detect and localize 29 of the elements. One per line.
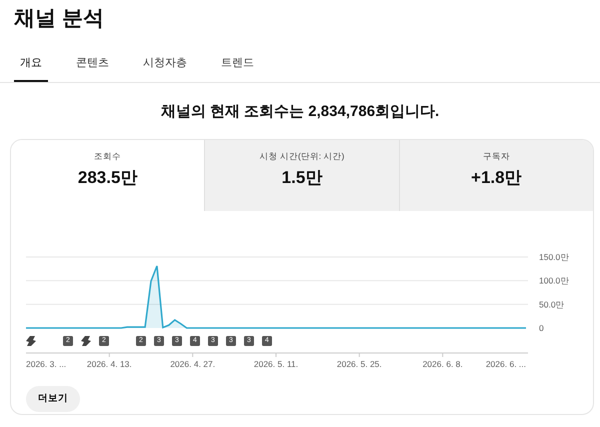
- tab[interactable]: 트렌드: [215, 51, 260, 82]
- tab[interactable]: 시청자층: [137, 51, 193, 82]
- x-tick-label: 2026. 4. 13.: [86, 358, 132, 368]
- shorts-icon[interactable]: [26, 336, 36, 346]
- tab[interactable]: 콘텐츠: [70, 51, 115, 82]
- x-tick-label: 2026. 6. ...: [486, 358, 526, 368]
- metric-value: 283.5만: [76, 167, 138, 190]
- y-tick-label: 0: [539, 322, 544, 330]
- page-title: 채널 분석: [13, 6, 105, 32]
- metric-label: 시청 시간(단위: 시간): [258, 150, 346, 162]
- x-tick-label: 2026. 5. 11.: [254, 358, 298, 368]
- metric-label: 구독자: [482, 150, 511, 162]
- metric-value: 1.5만: [280, 167, 324, 190]
- tab[interactable]: 개요: [14, 51, 48, 82]
- y-tick-label: 100.0만: [539, 275, 570, 286]
- metric-value: +1.8만: [470, 167, 523, 190]
- more-button[interactable]: 더보기: [26, 386, 80, 412]
- metric-tab[interactable]: 시청 시간(단위: 시간) 1.5만: [204, 140, 399, 210]
- x-tick-label: 2026. 5. 25.: [336, 358, 382, 368]
- y-tick-label: 150.0만: [539, 252, 570, 262]
- x-tick-label: 2026. 3. ...: [26, 358, 66, 368]
- shorts-icon[interactable]: [81, 336, 91, 346]
- metric-tab[interactable]: 구독자 +1.8만: [398, 140, 593, 210]
- metric-tab[interactable]: 조회수 283.5만: [11, 140, 204, 210]
- x-tick-label: 2026. 4. 27.: [170, 358, 216, 368]
- y-tick-label: 50.0만: [539, 298, 565, 309]
- x-tick-label: 2026. 6. 8.: [422, 358, 463, 368]
- headline: 채널의 현재 조회수는 2,834,786회입니다.: [160, 102, 440, 122]
- metric-label: 조회수: [93, 150, 122, 162]
